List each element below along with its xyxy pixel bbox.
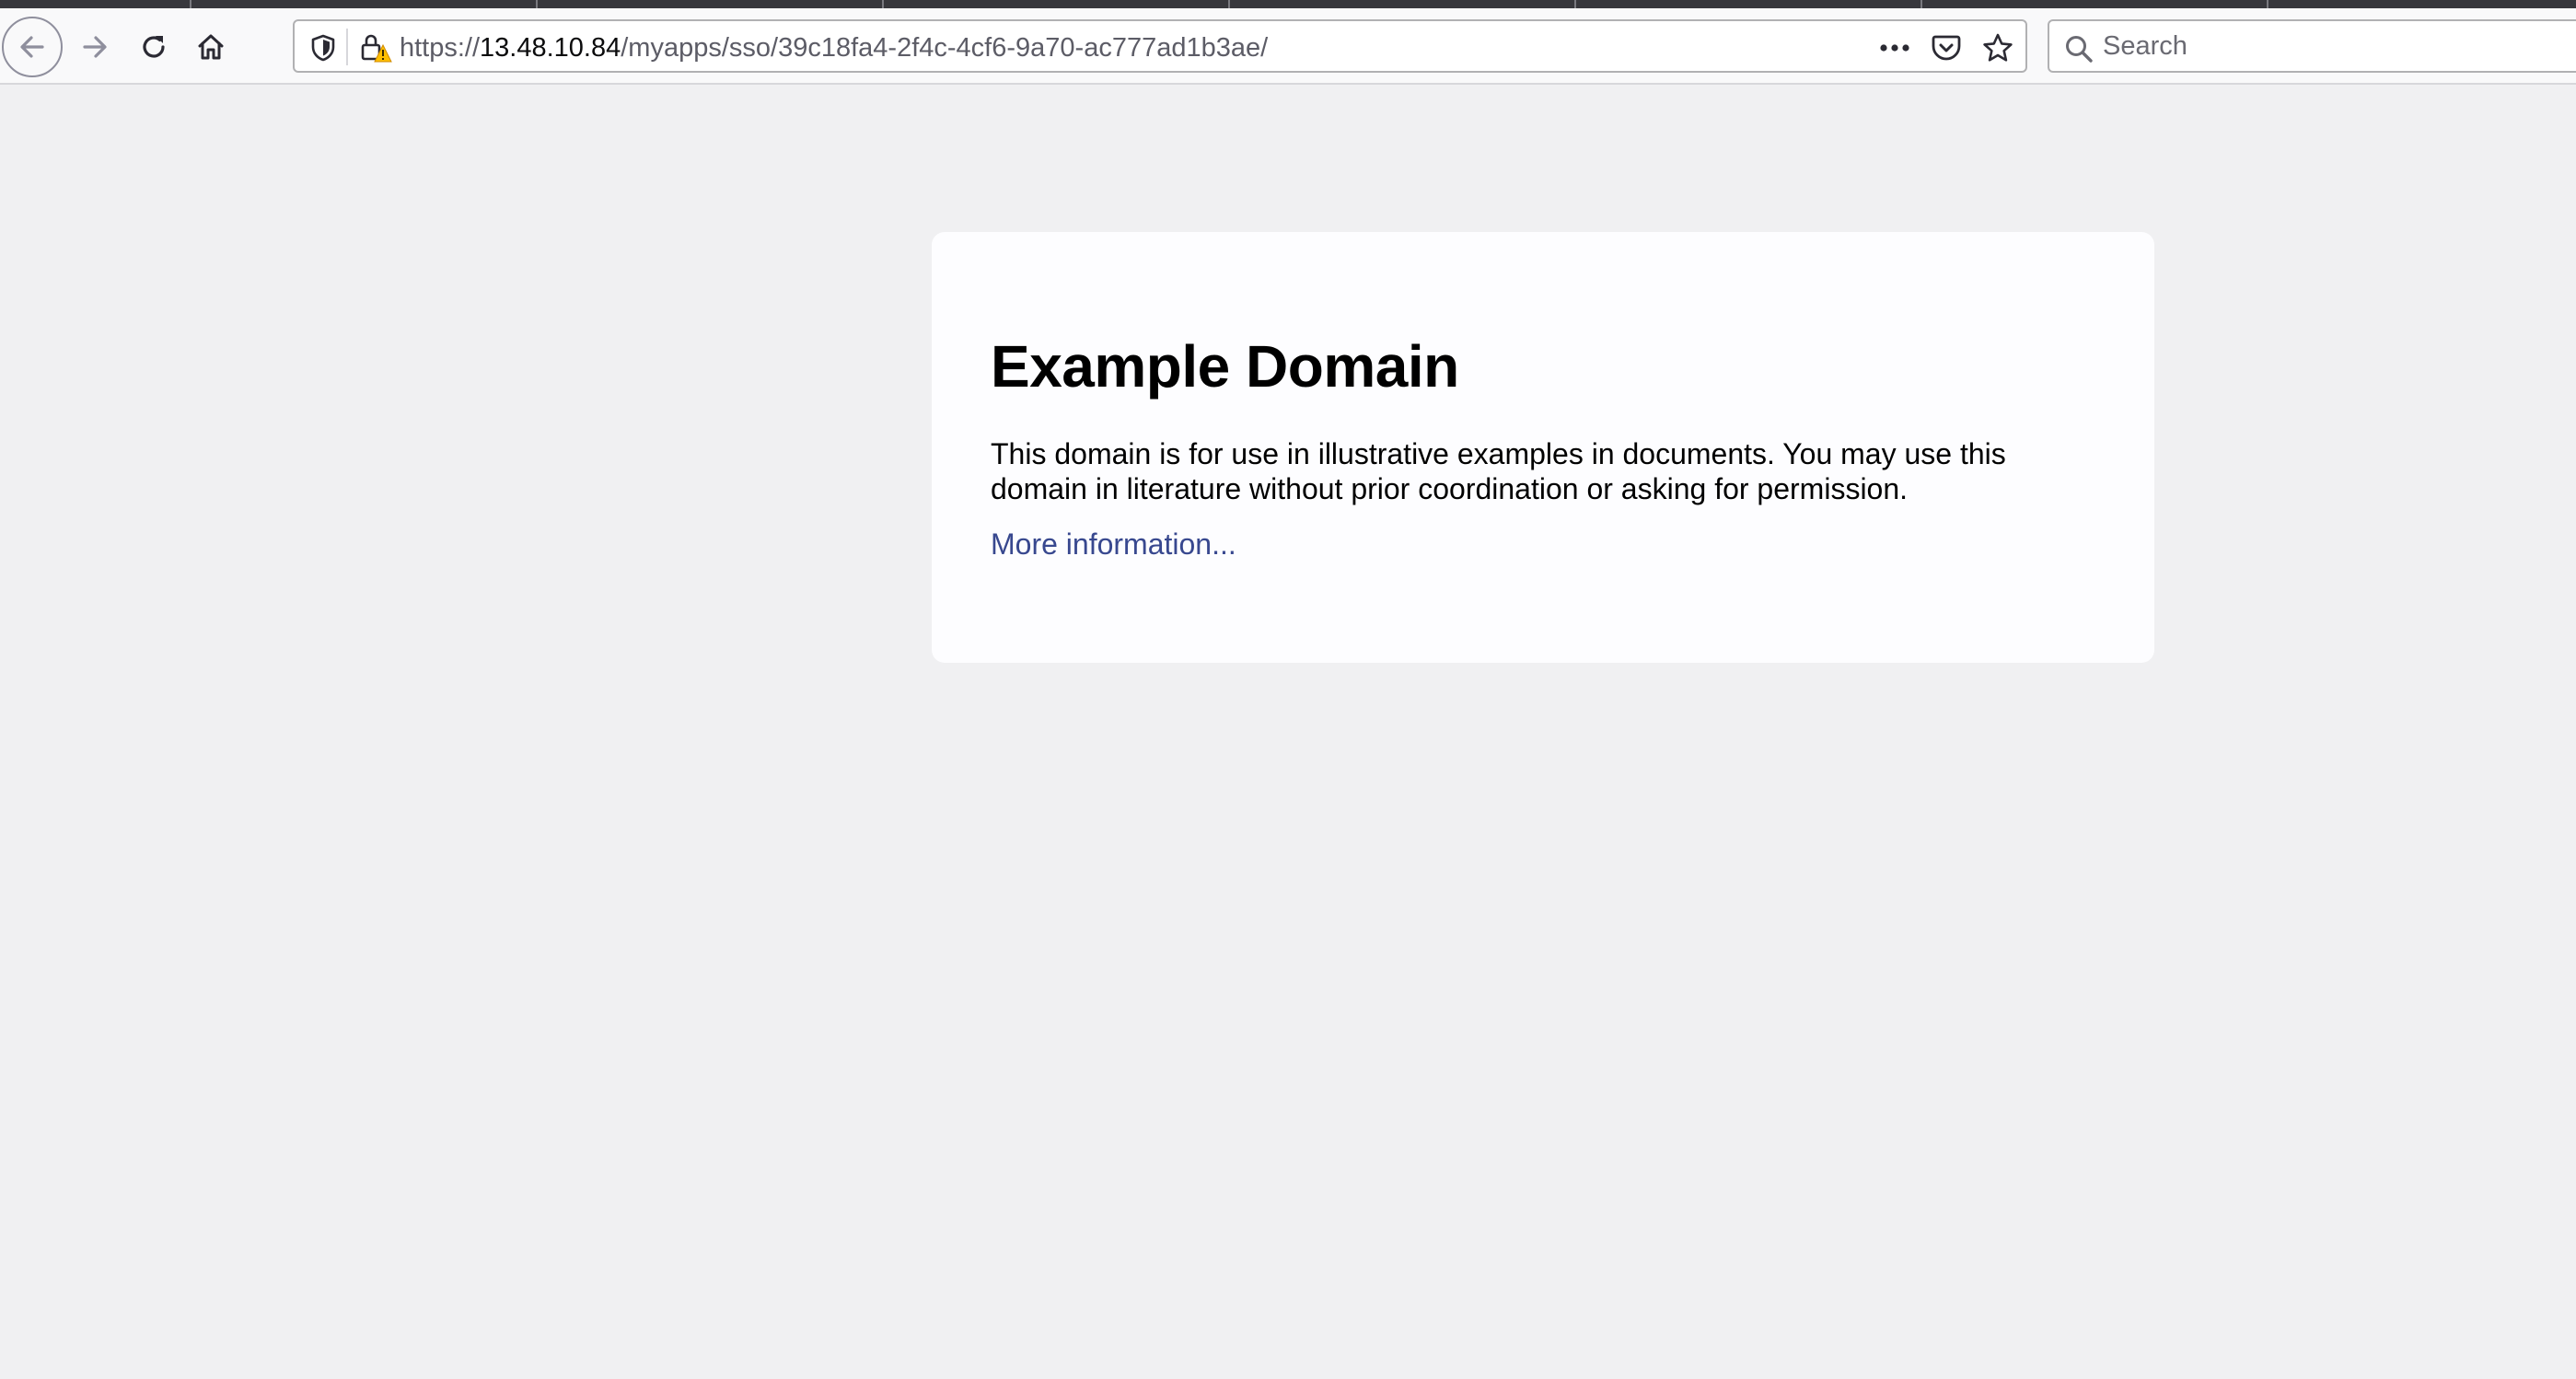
lock-warning-icon — [361, 34, 392, 63]
save-to-pocket-button[interactable] — [1928, 30, 1965, 65]
tab-separator — [1228, 0, 1230, 8]
bookmark-button[interactable] — [1979, 30, 2016, 65]
search-icon-wrap — [2062, 32, 2095, 65]
url-scheme: https:// — [400, 33, 481, 63]
home-button[interactable] — [188, 24, 234, 70]
pocket-icon — [1932, 35, 1961, 61]
page-heading: Example Domain — [991, 333, 1459, 400]
page-description: This domain is for use in illustrative e… — [991, 437, 2006, 505]
search-icon — [2066, 36, 2093, 63]
home-icon — [198, 34, 224, 60]
site-identity-button[interactable] — [357, 30, 394, 65]
forward-arrow-icon — [83, 36, 107, 58]
content-card: Example Domain This domain is for use in… — [932, 232, 2154, 663]
tracking-protection-button[interactable] — [307, 32, 339, 64]
reload-icon — [143, 36, 165, 58]
navigation-toolbar: https://13.48.10.84/myapps/sso/39c18fa4-… — [0, 8, 2576, 85]
page-viewport: Example Domain This domain is for use in… — [0, 85, 2576, 1379]
address-bar[interactable]: https://13.48.10.84/myapps/sso/39c18fa4-… — [293, 19, 2027, 73]
more-information-link[interactable]: More information... — [991, 527, 1236, 562]
tab-separator — [2267, 0, 2269, 8]
tab-separator — [1920, 0, 1922, 8]
page-actions-button[interactable] — [1876, 30, 1913, 65]
tab-separator — [1574, 0, 1576, 8]
back-button[interactable] — [2, 17, 63, 77]
search-input[interactable] — [2103, 27, 2576, 65]
url-text[interactable]: https://13.48.10.84/myapps/sso/39c18fa4-… — [400, 32, 1268, 64]
url-path: /myapps/sso/39c18fa4-2f4c-4cf6-9a70-ac77… — [621, 33, 1269, 63]
tab-separator — [536, 0, 538, 8]
shield-icon — [311, 34, 335, 62]
reload-button[interactable] — [131, 24, 177, 70]
star-icon — [1983, 33, 2013, 62]
search-bar[interactable] — [2048, 19, 2576, 73]
tab-strip — [0, 0, 2576, 8]
url-host: 13.48.10.84 — [480, 33, 621, 63]
url-divider — [346, 29, 348, 65]
more-dots-icon — [1880, 44, 1909, 52]
forward-button[interactable] — [72, 24, 118, 70]
tab-separator — [882, 0, 884, 8]
back-arrow-icon — [20, 36, 44, 58]
tab-separator — [190, 0, 191, 8]
